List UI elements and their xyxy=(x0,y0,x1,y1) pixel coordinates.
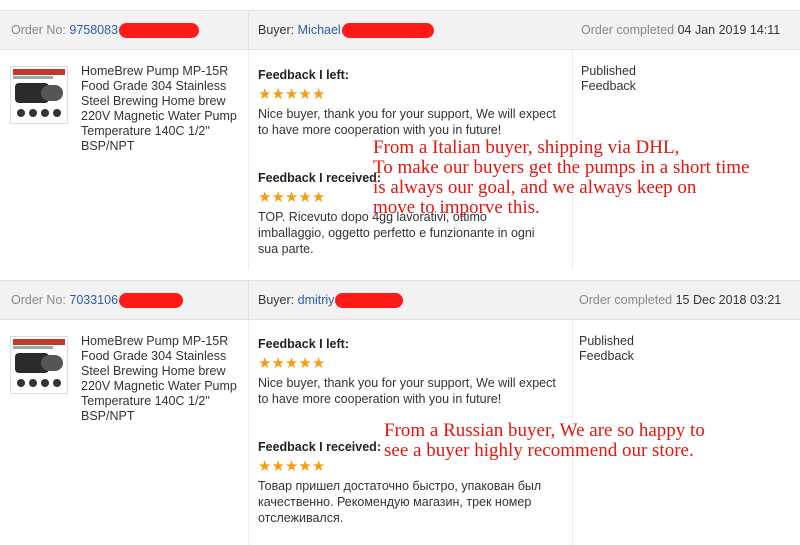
star-icon: ★ xyxy=(298,86,312,103)
star-icon: ★ xyxy=(284,86,299,103)
feedback-status: Published Feedback xyxy=(579,334,634,363)
buyer-info: Buyer: dmitriy xyxy=(258,281,404,319)
product-name-link[interactable]: HomeBrew Pump MP-15R Food Grade 304 Stai… xyxy=(81,334,241,424)
star-icon: ★ xyxy=(298,355,312,372)
redaction-mark xyxy=(341,23,434,39)
order-card: Order No: 9758083 Buyer: Michael Order c… xyxy=(0,0,800,270)
seller-annotation: From a Russian buyer, We are so happy to… xyxy=(384,420,705,461)
order-card: Order No: 7033106 Buyer: dmitriy Order c… xyxy=(0,270,800,545)
star-icon: ★ xyxy=(298,458,312,475)
order-completed: Order completed 04 Jan 2019 14:11 xyxy=(581,23,781,37)
feedback-left: Feedback I left: ★★★★★ Nice buyer, thank… xyxy=(258,337,558,407)
star-rating: ★★★★★ xyxy=(258,355,558,372)
order-header: Order No: 9758083 Buyer: Michael Order c… xyxy=(0,10,800,50)
star-icon: ★ xyxy=(284,189,299,206)
feedback-status: Published Feedback xyxy=(581,64,636,93)
star-icon: ★ xyxy=(311,355,326,372)
redaction-mark xyxy=(335,293,404,309)
feedback-left-text: Nice buyer, thank you for your support, … xyxy=(258,107,556,137)
product-name-link[interactable]: HomeBrew Pump MP-15R Food Grade 304 Stai… xyxy=(81,64,241,154)
star-icon: ★ xyxy=(311,86,326,103)
star-icon: ★ xyxy=(271,189,285,206)
buyer-name-link[interactable]: dmitriy xyxy=(298,293,335,307)
star-icon: ★ xyxy=(311,189,326,206)
star-icon: ★ xyxy=(271,458,285,475)
order-number: Order No: 9758083 xyxy=(11,11,200,49)
order-number-link[interactable]: 9758083 xyxy=(69,23,118,37)
star-rating: ★★★★★ xyxy=(258,86,558,103)
feedback-left: Feedback I left: ★★★★★ Nice buyer, thank… xyxy=(258,68,558,138)
buyer-info: Buyer: Michael xyxy=(258,11,434,49)
star-icon: ★ xyxy=(258,458,272,475)
pump-product-image[interactable] xyxy=(10,336,68,394)
buyer-name-link[interactable]: Michael xyxy=(298,23,341,37)
seller-annotation: From a Italian buyer, shipping via DHL, … xyxy=(373,137,750,218)
star-icon: ★ xyxy=(284,355,299,372)
order-number: Order No: 7033106 xyxy=(11,281,184,319)
star-icon: ★ xyxy=(298,189,312,206)
pump-product-image[interactable] xyxy=(10,66,68,124)
completed-date: 04 Jan 2019 14:11 xyxy=(677,23,781,37)
redaction-mark xyxy=(119,293,184,309)
star-icon: ★ xyxy=(271,86,285,103)
star-icon: ★ xyxy=(258,355,272,372)
completed-date: 15 Dec 2018 03:21 xyxy=(675,293,782,307)
star-icon: ★ xyxy=(258,189,272,206)
feedback-received-text: Товар пришел достаточно быстро, упакован… xyxy=(258,479,542,525)
star-icon: ★ xyxy=(311,458,326,475)
order-completed: Order completed 15 Dec 2018 03:21 xyxy=(579,293,782,307)
star-icon: ★ xyxy=(271,355,285,372)
order-number-link[interactable]: 7033106 xyxy=(69,293,118,307)
feedback-left-text: Nice buyer, thank you for your support, … xyxy=(258,376,556,406)
order-header: Order No: 7033106 Buyer: dmitriy Order c… xyxy=(0,280,800,320)
star-icon: ★ xyxy=(258,86,272,103)
redaction-mark xyxy=(119,23,200,39)
star-icon: ★ xyxy=(284,458,299,475)
